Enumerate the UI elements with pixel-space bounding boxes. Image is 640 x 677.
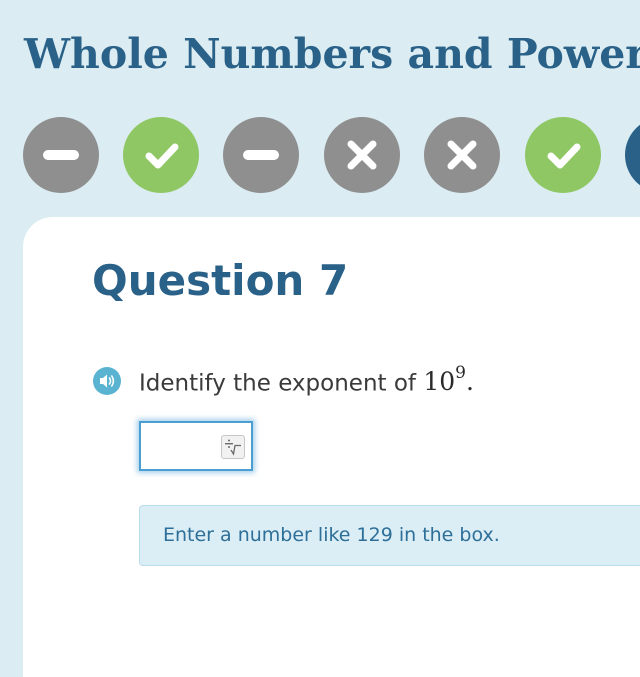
minus-icon [243, 150, 279, 160]
prompt-period: . [465, 367, 474, 397]
check-icon [547, 143, 581, 169]
speaker-icon [100, 374, 115, 388]
question-progress-bar [23, 117, 640, 197]
answer-box [139, 421, 253, 471]
answer-input[interactable] [143, 425, 223, 469]
minus-icon [43, 150, 79, 160]
math-base: 10 [423, 367, 456, 397]
check-icon [145, 143, 179, 169]
x-icon [347, 140, 377, 170]
progress-question-2[interactable] [123, 117, 199, 193]
progress-question-5[interactable] [424, 117, 500, 193]
math-keypad-button[interactable] [221, 435, 245, 459]
audio-button[interactable] [93, 367, 121, 395]
progress-question-1[interactable] [23, 117, 99, 193]
math-expression: 109. [423, 363, 474, 397]
progress-question-3[interactable] [223, 117, 299, 193]
prompt-text: Identify the exponent of [139, 370, 417, 397]
question-prompt: Identify the exponent of 109. [139, 363, 474, 397]
x-icon [447, 140, 477, 170]
hint-box: Enter a number like 129 in the box. [139, 505, 640, 566]
math-keypad-icon [225, 439, 241, 456]
progress-question-7[interactable] [625, 117, 640, 193]
math-exponent: 9 [455, 363, 466, 383]
progress-question-4[interactable] [324, 117, 400, 193]
page-title: Whole Numbers and Powers [24, 30, 640, 78]
question-title: Question 7 [92, 256, 349, 305]
progress-question-6[interactable] [525, 117, 601, 193]
